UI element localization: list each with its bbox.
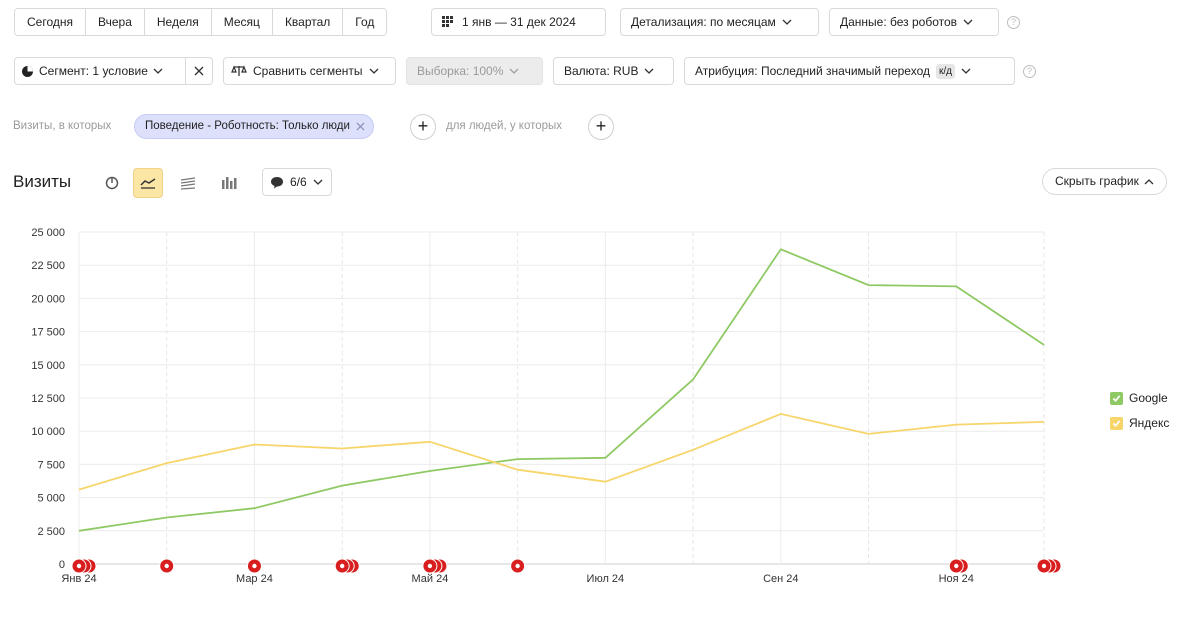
people-filter-label: для людей, у которых <box>446 120 563 132</box>
detail-dropdown[interactable]: Детализация: по месяцам <box>620 8 819 36</box>
hide-chart-button[interactable]: Скрыть график <box>1042 168 1167 195</box>
y-tick-label: 10 000 <box>31 426 65 438</box>
annotation-marker-dot <box>515 563 520 569</box>
y-tick-label: 20 000 <box>31 293 65 305</box>
line-chart-icon <box>140 178 156 189</box>
checkbox-icon <box>1110 391 1123 405</box>
annotation-marker-dot <box>427 563 433 569</box>
series-line-yandex <box>78 412 1045 491</box>
y-tick-label: 5 000 <box>37 493 65 505</box>
legend-label: Google <box>1129 391 1168 405</box>
y-tick-label: 0 <box>59 559 65 571</box>
annotation-marker-dot <box>339 563 345 569</box>
chevron-down-icon <box>782 19 792 25</box>
date-range-label: 1 янв — 31 дек 2024 <box>462 15 576 29</box>
chevron-down-icon <box>369 68 378 74</box>
legend-item-google[interactable]: Google <box>1110 391 1168 405</box>
legend-item-yandex[interactable]: Яндекс <box>1110 416 1169 430</box>
x-tick-label: Май 24 <box>411 573 448 585</box>
help-icon[interactable]: ? <box>1007 16 1020 29</box>
attribution-badge: к/д <box>935 63 955 79</box>
checkbox-icon <box>1110 416 1123 430</box>
period-button[interactable]: Месяц <box>211 9 273 35</box>
close-icon <box>194 66 204 76</box>
annotation-marker-dot <box>164 563 169 569</box>
stacked-area-icon <box>180 176 196 190</box>
segment-dropdown[interactable]: Сегмент: 1 условие <box>15 58 186 84</box>
chevron-up-icon <box>1144 178 1154 184</box>
attribution-dropdown[interactable]: Атрибуция: Последний значимый переход к/… <box>684 57 1015 85</box>
period-button[interactable]: Год <box>343 9 387 35</box>
sample-dropdown: Выборка: 100% <box>406 57 543 85</box>
y-tick-label: 25 000 <box>31 227 65 239</box>
comments-dropdown[interactable]: 6/6 <box>262 168 332 196</box>
filter-chip-label: Поведение - Роботность: Только люди <box>145 120 350 132</box>
date-range-button[interactable]: 1 янв — 31 дек 2024 <box>431 8 606 36</box>
period-button[interactable]: Квартал <box>272 9 344 35</box>
attribution-label: Атрибуция: Последний значимый переход <box>695 64 930 78</box>
currency-dropdown[interactable]: Валюта: RUB <box>553 57 674 85</box>
y-tick-label: 22 500 <box>31 260 65 272</box>
visits-line-chart: 0 2 500 5 000 7 500 10 000 12 500 15 000 17 500… <box>31 227 1062 585</box>
x-tick-label: Мар 24 <box>236 573 273 585</box>
add-people-condition-button[interactable]: + <box>588 114 614 140</box>
annotation-marker-dot <box>76 563 82 569</box>
comments-count: 6/6 <box>290 175 307 189</box>
period-button[interactable]: Неделя <box>144 9 212 35</box>
comment-bubble-icon <box>271 176 283 188</box>
x-tick-label: Сен 24 <box>763 573 798 585</box>
line-chart-view-button[interactable] <box>133 168 163 198</box>
currency-label: Валюта: RUB <box>564 64 639 78</box>
add-visit-condition-button[interactable]: + <box>410 114 436 140</box>
pie-segment-icon <box>22 65 33 77</box>
visits-filter-label: Визиты, в которых <box>13 120 112 132</box>
pie-chart-view-button[interactable] <box>97 168 127 198</box>
y-tick-label: 17 500 <box>31 327 65 339</box>
close-icon[interactable] <box>356 122 365 131</box>
segment-control: Сегмент: 1 условие <box>14 57 213 85</box>
chevron-down-icon <box>961 68 971 74</box>
chevron-down-icon <box>313 179 323 185</box>
scales-icon <box>231 65 247 76</box>
period-button[interactable]: Сегодня <box>15 9 86 35</box>
period-button[interactable]: Вчера <box>86 9 145 35</box>
annotation-marker-dot <box>252 563 257 569</box>
pie-chart-icon <box>105 176 119 190</box>
annotation-marker-dot <box>954 563 959 569</box>
x-tick-label: Янв 24 <box>61 573 96 585</box>
bar-chart-view-button[interactable] <box>214 168 244 198</box>
hide-chart-label: Скрыть график <box>1055 174 1139 188</box>
area-chart-view-button[interactable] <box>173 168 203 198</box>
period-selector: Сегодня Вчера Неделя Месяц Квартал Год <box>14 8 388 36</box>
y-tick-label: 7 500 <box>37 459 65 471</box>
y-tick-label: 12 500 <box>31 393 65 405</box>
annotation-marker-dot <box>1041 563 1047 569</box>
compare-segments-dropdown[interactable]: Сравнить сегменты <box>223 57 396 85</box>
series-line-google <box>78 248 1045 532</box>
y-tick-label: 2 500 <box>37 526 65 538</box>
sample-label: Выборка: 100% <box>417 64 504 78</box>
x-tick-label: Июл 24 <box>587 573 625 585</box>
chevron-down-icon <box>963 19 973 25</box>
detail-label: Детализация: по месяцам <box>631 15 776 29</box>
chevron-down-icon <box>153 68 163 74</box>
clear-segment-button[interactable] <box>186 58 212 84</box>
calendar-icon <box>442 16 453 27</box>
data-filter-dropdown[interactable]: Данные: без роботов <box>829 8 999 36</box>
help-icon[interactable]: ? <box>1023 65 1036 78</box>
filter-chip[interactable]: Поведение - Роботность: Только люди <box>134 114 374 139</box>
chart-title: Визиты <box>13 172 72 191</box>
y-tick-label: 15 000 <box>31 360 65 372</box>
chevron-down-icon <box>645 68 654 74</box>
compare-label: Сравнить сегменты <box>253 64 363 78</box>
legend-label: Яндекс <box>1129 416 1170 430</box>
bar-chart-icon <box>222 177 237 189</box>
x-tick-label: Ноя 24 <box>939 573 974 585</box>
chevron-down-icon <box>509 68 519 74</box>
data-filter-label: Данные: без роботов <box>840 15 958 29</box>
segment-label: Сегмент: 1 условие <box>39 64 148 78</box>
